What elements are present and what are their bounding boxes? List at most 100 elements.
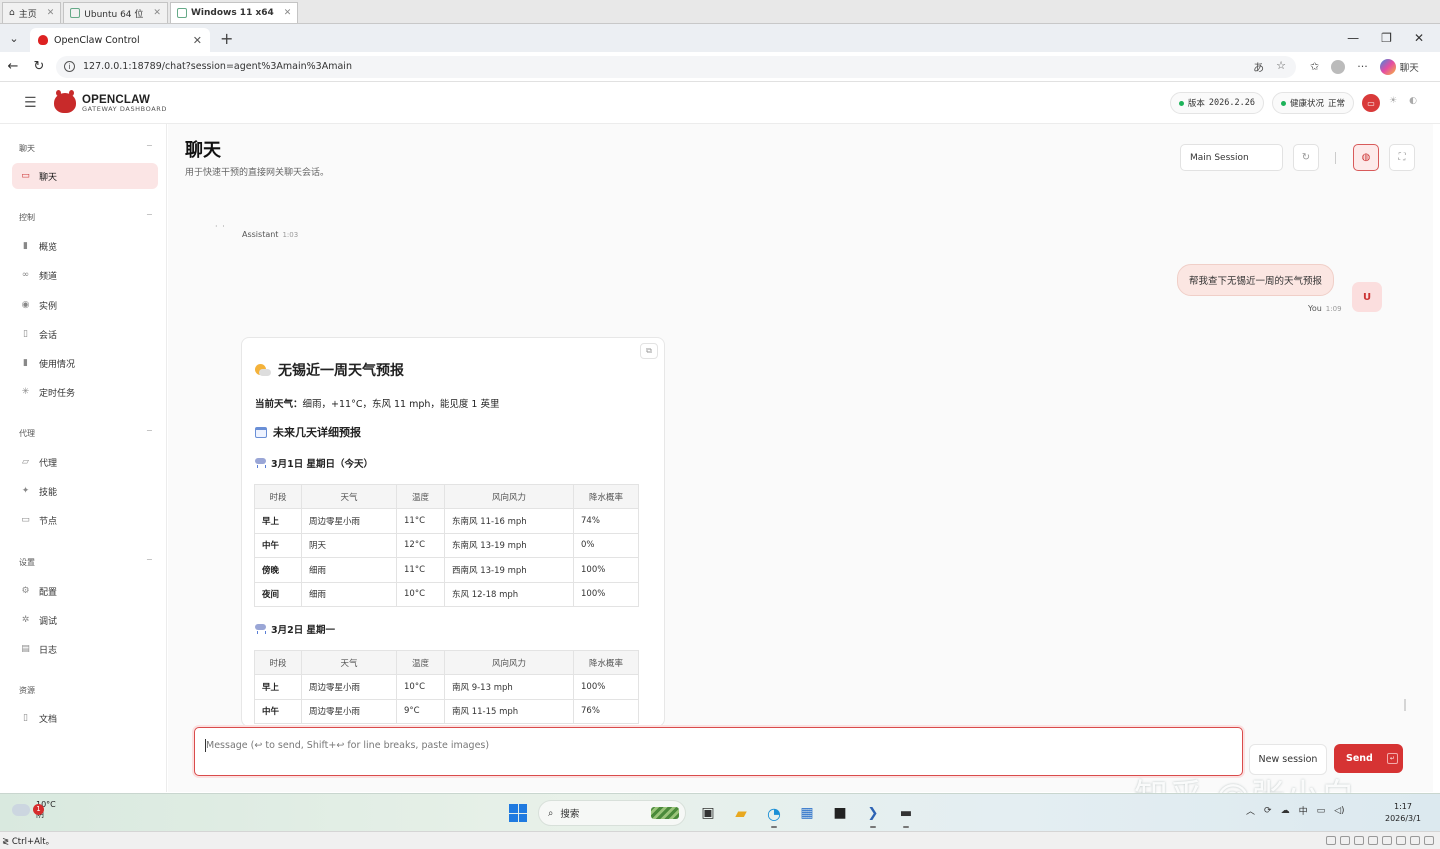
copy-button[interactable]: ⧉ [640, 343, 658, 359]
sidebar-item-chat[interactable]: ▭ 聊天 [12, 163, 158, 189]
table-row: 夜间 细雨 10°C 东风 12-18 mph 100% [254, 581, 639, 607]
table-header: 时段 [254, 484, 302, 509]
taskbar-search[interactable]: ⌕ 搜索 [538, 800, 686, 826]
day-heading-text: 3月1日 星期日（今天） [271, 459, 374, 470]
table-row: 傍晚 细雨 11°C 西南风 13-19 mph 100% [254, 557, 639, 583]
file-explorer-icon[interactable]: ▰ [730, 802, 752, 824]
profile-avatar-icon[interactable] [1331, 59, 1346, 74]
session-select[interactable]: Main Session [1180, 144, 1283, 171]
close-icon[interactable]: ✕ [284, 8, 292, 18]
table-cell: 10°C [396, 674, 445, 700]
menu-icon[interactable]: ☰ [24, 95, 38, 111]
monitor-icon: ▭ [21, 515, 30, 525]
sidebar-item-debug[interactable]: ✲ 调试 [12, 607, 158, 633]
table-cell: 周边零星小雨 [301, 698, 397, 724]
favorites-icon[interactable]: ✩ [1310, 60, 1319, 73]
openclaw-logo-icon [54, 90, 76, 113]
sidebar-item-label: 调试 [39, 616, 58, 627]
monitor-theme-icon[interactable]: ▭ [1362, 94, 1380, 112]
device-icon[interactable] [1368, 836, 1378, 845]
vm-tab-windows[interactable]: Windows 11 x64 ✕ [169, 2, 299, 23]
windows-start-icon[interactable] [509, 804, 527, 822]
edge-browser-icon[interactable]: ◔ [763, 802, 785, 828]
terminal-icon[interactable]: ■ [829, 802, 851, 824]
volume-icon[interactable]: ◁) [1334, 806, 1344, 816]
collapse-icon[interactable]: − [146, 210, 153, 219]
user-meta: You 1:09 [1308, 304, 1342, 313]
task-view-icon[interactable]: ▣ [697, 802, 719, 824]
tab-list-chevron-icon[interactable]: ⌄ [4, 28, 24, 48]
device-icon[interactable] [1410, 836, 1420, 845]
site-info-icon[interactable]: i [64, 61, 75, 72]
sidebar-item-instances[interactable]: ◉ 实例 [12, 292, 158, 318]
vm-tab-ubuntu[interactable]: Ubuntu 64 位 ✕ [63, 2, 168, 23]
device-icon[interactable] [1340, 836, 1350, 845]
sidebar-item-sessions[interactable]: ▯ 会话 [12, 321, 158, 347]
sidebar-item-docs[interactable]: ▯ 文档 [12, 705, 158, 731]
sidebar-item-label: 定时任务 [39, 388, 76, 399]
back-arrow-icon[interactable]: ← [0, 59, 26, 74]
powershell-icon[interactable]: ❯ [862, 802, 884, 828]
collapse-icon[interactable]: − [146, 426, 153, 435]
book-icon: ▯ [23, 713, 28, 723]
folder-icon: ▱ [22, 457, 29, 467]
restore-icon[interactable]: ❐ [1381, 31, 1392, 45]
translate-icon[interactable]: あ [1253, 59, 1264, 75]
sidebar-item-overview[interactable]: ▮ 概览 [12, 233, 158, 259]
sidebar-item-label: 日志 [39, 645, 58, 656]
sidebar-item-label: 文档 [39, 714, 58, 725]
weather-widget[interactable]: 1 10°C 阴 [12, 800, 56, 819]
sidebar-item-agents[interactable]: ▱ 代理 [12, 449, 158, 475]
scrollbar[interactable] [1404, 699, 1406, 711]
sidebar-item-cron[interactable]: ✳ 定时任务 [12, 379, 158, 405]
chevron-up-icon[interactable]: ︿ [1246, 804, 1255, 817]
cloud-sync-icon[interactable]: ☁ [1281, 806, 1290, 816]
sidebar-item-config[interactable]: ⚙ 配置 [12, 578, 158, 604]
day-heading: 3月2日 星期一 [255, 622, 335, 636]
sidebar-item-usage[interactable]: ▮ 使用情况 [12, 350, 158, 376]
thinking-toggle-button[interactable]: ◍ [1353, 144, 1379, 171]
focus-mode-button[interactable]: ⛶ [1389, 144, 1415, 171]
device-icon[interactable] [1424, 836, 1434, 845]
close-icon[interactable]: ✕ [193, 34, 202, 47]
table-header: 温度 [396, 650, 445, 675]
close-icon[interactable]: ✕ [153, 8, 161, 18]
bar-chart-icon: ▮ [23, 241, 28, 251]
sidebar-item-logs[interactable]: ▤ 日志 [12, 636, 158, 662]
more-icon[interactable]: ··· [1357, 60, 1368, 73]
ime-indicator[interactable]: 中 [1299, 804, 1308, 817]
sidebar-item-nodes[interactable]: ▭ 节点 [12, 507, 158, 533]
refresh-icon[interactable]: ↻ [26, 59, 52, 74]
sync-icon[interactable]: ⟳ [1264, 806, 1272, 816]
message-input[interactable]: Message (↩ to send, Shift+↩ for line bre… [194, 727, 1243, 776]
address-bar[interactable]: i 127.0.0.1:18789/chat?session=agent%3Am… [56, 55, 1296, 78]
star-icon[interactable]: ☆ [1276, 59, 1286, 75]
sidebar-item-skills[interactable]: ✦ 技能 [12, 478, 158, 504]
collapse-icon[interactable]: − [146, 555, 153, 564]
close-icon[interactable]: ✕ [47, 8, 55, 18]
focus-icon: ⛶ [1398, 152, 1406, 163]
console-icon[interactable]: ▬ [895, 802, 917, 828]
close-window-icon[interactable]: ✕ [1414, 31, 1424, 45]
scroll-icon: ▤ [21, 644, 30, 654]
sun-icon[interactable]: ☀ [1386, 96, 1400, 110]
new-tab-plus-icon[interactable]: + [220, 29, 233, 48]
refresh-button[interactable]: ↻ [1293, 144, 1319, 171]
moon-icon[interactable]: ◐ [1406, 96, 1420, 110]
store-icon[interactable]: ▦ [796, 802, 818, 824]
browser-tab[interactable]: OpenClaw Control ✕ [30, 28, 210, 52]
taskbar-clock[interactable]: 1:17 2026/3/1 [1385, 801, 1421, 825]
device-icon[interactable] [1382, 836, 1392, 845]
collapse-icon[interactable]: − [146, 141, 153, 150]
sidebar-item-channels[interactable]: ∞ 频道 [12, 262, 158, 288]
table-cell: 南风 11-15 mph [444, 698, 574, 724]
network-icon[interactable]: ▭ [1317, 806, 1326, 816]
search-highlight-icon [651, 807, 679, 819]
minimize-icon[interactable]: — [1347, 31, 1359, 45]
device-icon[interactable] [1354, 836, 1364, 845]
table-header: 降水概率 [573, 484, 639, 509]
vm-tab-home[interactable]: ⌂ 主页 ✕ [2, 2, 62, 23]
copilot-button[interactable]: 聊天 [1379, 58, 1419, 75]
device-icon[interactable] [1396, 836, 1406, 845]
device-icon[interactable] [1326, 836, 1336, 845]
